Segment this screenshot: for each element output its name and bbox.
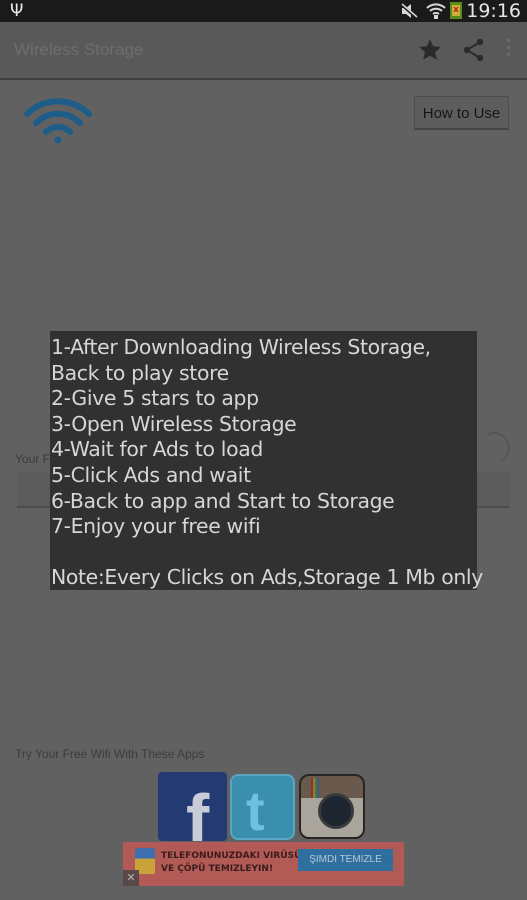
- action-bar: Wireless Storage: [0, 22, 527, 80]
- share-icon[interactable]: [462, 38, 486, 62]
- dialog-line: [51, 540, 477, 566]
- twitter-icon[interactable]: t: [230, 774, 295, 842]
- wifi-logo-icon: [24, 98, 92, 144]
- overflow-menu-icon[interactable]: [505, 39, 511, 60]
- dialog-line: 7-Enjoy your free wifi: [51, 514, 261, 539]
- battery-icon: x: [450, 2, 462, 19]
- dialog-line: 5-Click Ads and wait: [51, 462, 251, 487]
- app-title: Wireless Storage: [14, 40, 144, 59]
- file-label: Your F: [15, 452, 50, 466]
- loading-spinner: [473, 427, 515, 469]
- dialog-line: 3-Open Wireless Storage: [51, 411, 297, 436]
- dialog-line: 4-Wait for Ads to load: [51, 437, 263, 462]
- mute-icon: [400, 3, 418, 19]
- dialog-line: 2-Give 5 stars to app: [51, 386, 259, 411]
- ad-line: VE ÇÖPÜ TEMIZLEYIN!: [161, 864, 274, 874]
- clock: 19:16: [466, 0, 521, 22]
- dialog-line: 6-Back to app and Start to Storage: [51, 488, 395, 513]
- how-to-use-button[interactable]: How to Use: [414, 96, 509, 130]
- ad-line: TELEFONUNUZDAKI VIRÜSÜ: [161, 851, 302, 861]
- facebook-icon[interactable]: f: [158, 772, 227, 841]
- ad-text: TELEFONUNUZDAKI VIRÜSÜ VE ÇÖPÜ TEMIZLEYI…: [161, 850, 301, 876]
- ad-cta-button[interactable]: ŞIMDI TEMIZLE: [298, 849, 393, 871]
- dialog-note: Note:Every Clicks on Ads,Storage 1 Mb on…: [51, 565, 483, 590]
- ad-banner[interactable]: TELEFONUNUZDAKI VIRÜSÜ VE ÇÖPÜ TEMIZLEYI…: [123, 842, 404, 886]
- close-icon[interactable]: ✕: [123, 870, 139, 886]
- status-bar: Ψ x 19:16: [0, 0, 527, 22]
- dialog-line: 1-After Downloading Wireless Storage,: [51, 335, 431, 359]
- instagram-icon[interactable]: [299, 774, 365, 839]
- star-icon[interactable]: [418, 38, 442, 62]
- instructions-dialog: 1-After Downloading Wireless Storage, Ba…: [50, 331, 483, 590]
- wifi-icon: [426, 3, 446, 19]
- dialog-line: Back to play store: [51, 360, 229, 385]
- usb-icon: Ψ: [10, 1, 24, 21]
- try-apps-label: Try Your Free Wifi With These Apps: [15, 747, 205, 761]
